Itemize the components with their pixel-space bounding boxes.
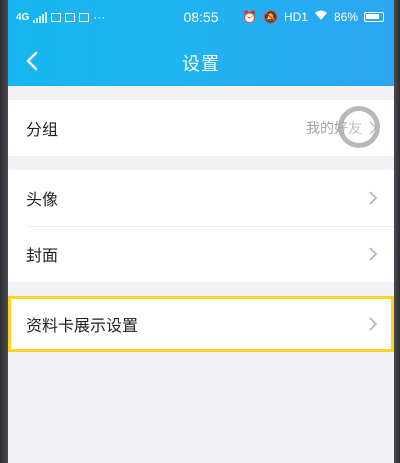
settings-group-2: 头像 封面 (8, 170, 394, 282)
page-title: 设置 (182, 54, 220, 75)
chevron-right-icon (369, 191, 378, 205)
settings-list: 分组 我的好友 头像 封面 资料卡展示设置 (8, 86, 394, 352)
group-row[interactable]: 分组 我的好友 (8, 100, 394, 156)
card-display-label: 资料卡展示设置 (26, 316, 139, 335)
group-label: 分组 (26, 120, 59, 139)
chevron-right-icon (369, 317, 378, 331)
battery-icon (364, 12, 384, 22)
alarm-icon: ⏰ (242, 10, 257, 24)
avatar-label: 头像 (26, 190, 59, 209)
header: 4G ··· 08:55 ⏰ 🔕 HD1 86% 设置 (8, 0, 394, 86)
avatar-row[interactable]: 头像 (8, 170, 394, 226)
hd-label: HD1 (283, 10, 308, 24)
card-display-settings-row[interactable]: 资料卡展示设置 (8, 296, 394, 352)
chevron-right-icon (369, 247, 378, 261)
mute-icon: 🔕 (263, 10, 278, 24)
touch-indicator (338, 106, 380, 148)
nav-bar: 设置 (8, 40, 394, 84)
battery-percent: 86% (333, 10, 358, 24)
cover-row[interactable]: 封面 (8, 226, 394, 282)
wifi-icon (314, 10, 328, 24)
phone-frame-left (0, 0, 8, 463)
divider (8, 156, 394, 170)
settings-group-3: 资料卡展示设置 (8, 296, 394, 352)
cover-label: 封面 (26, 246, 59, 265)
divider (8, 86, 394, 100)
status-bar: 4G ··· 08:55 ⏰ 🔕 HD1 86% (8, 8, 394, 28)
phone-frame-right (394, 0, 400, 463)
settings-group-1: 分组 我的好友 (8, 100, 394, 156)
divider (8, 282, 394, 296)
